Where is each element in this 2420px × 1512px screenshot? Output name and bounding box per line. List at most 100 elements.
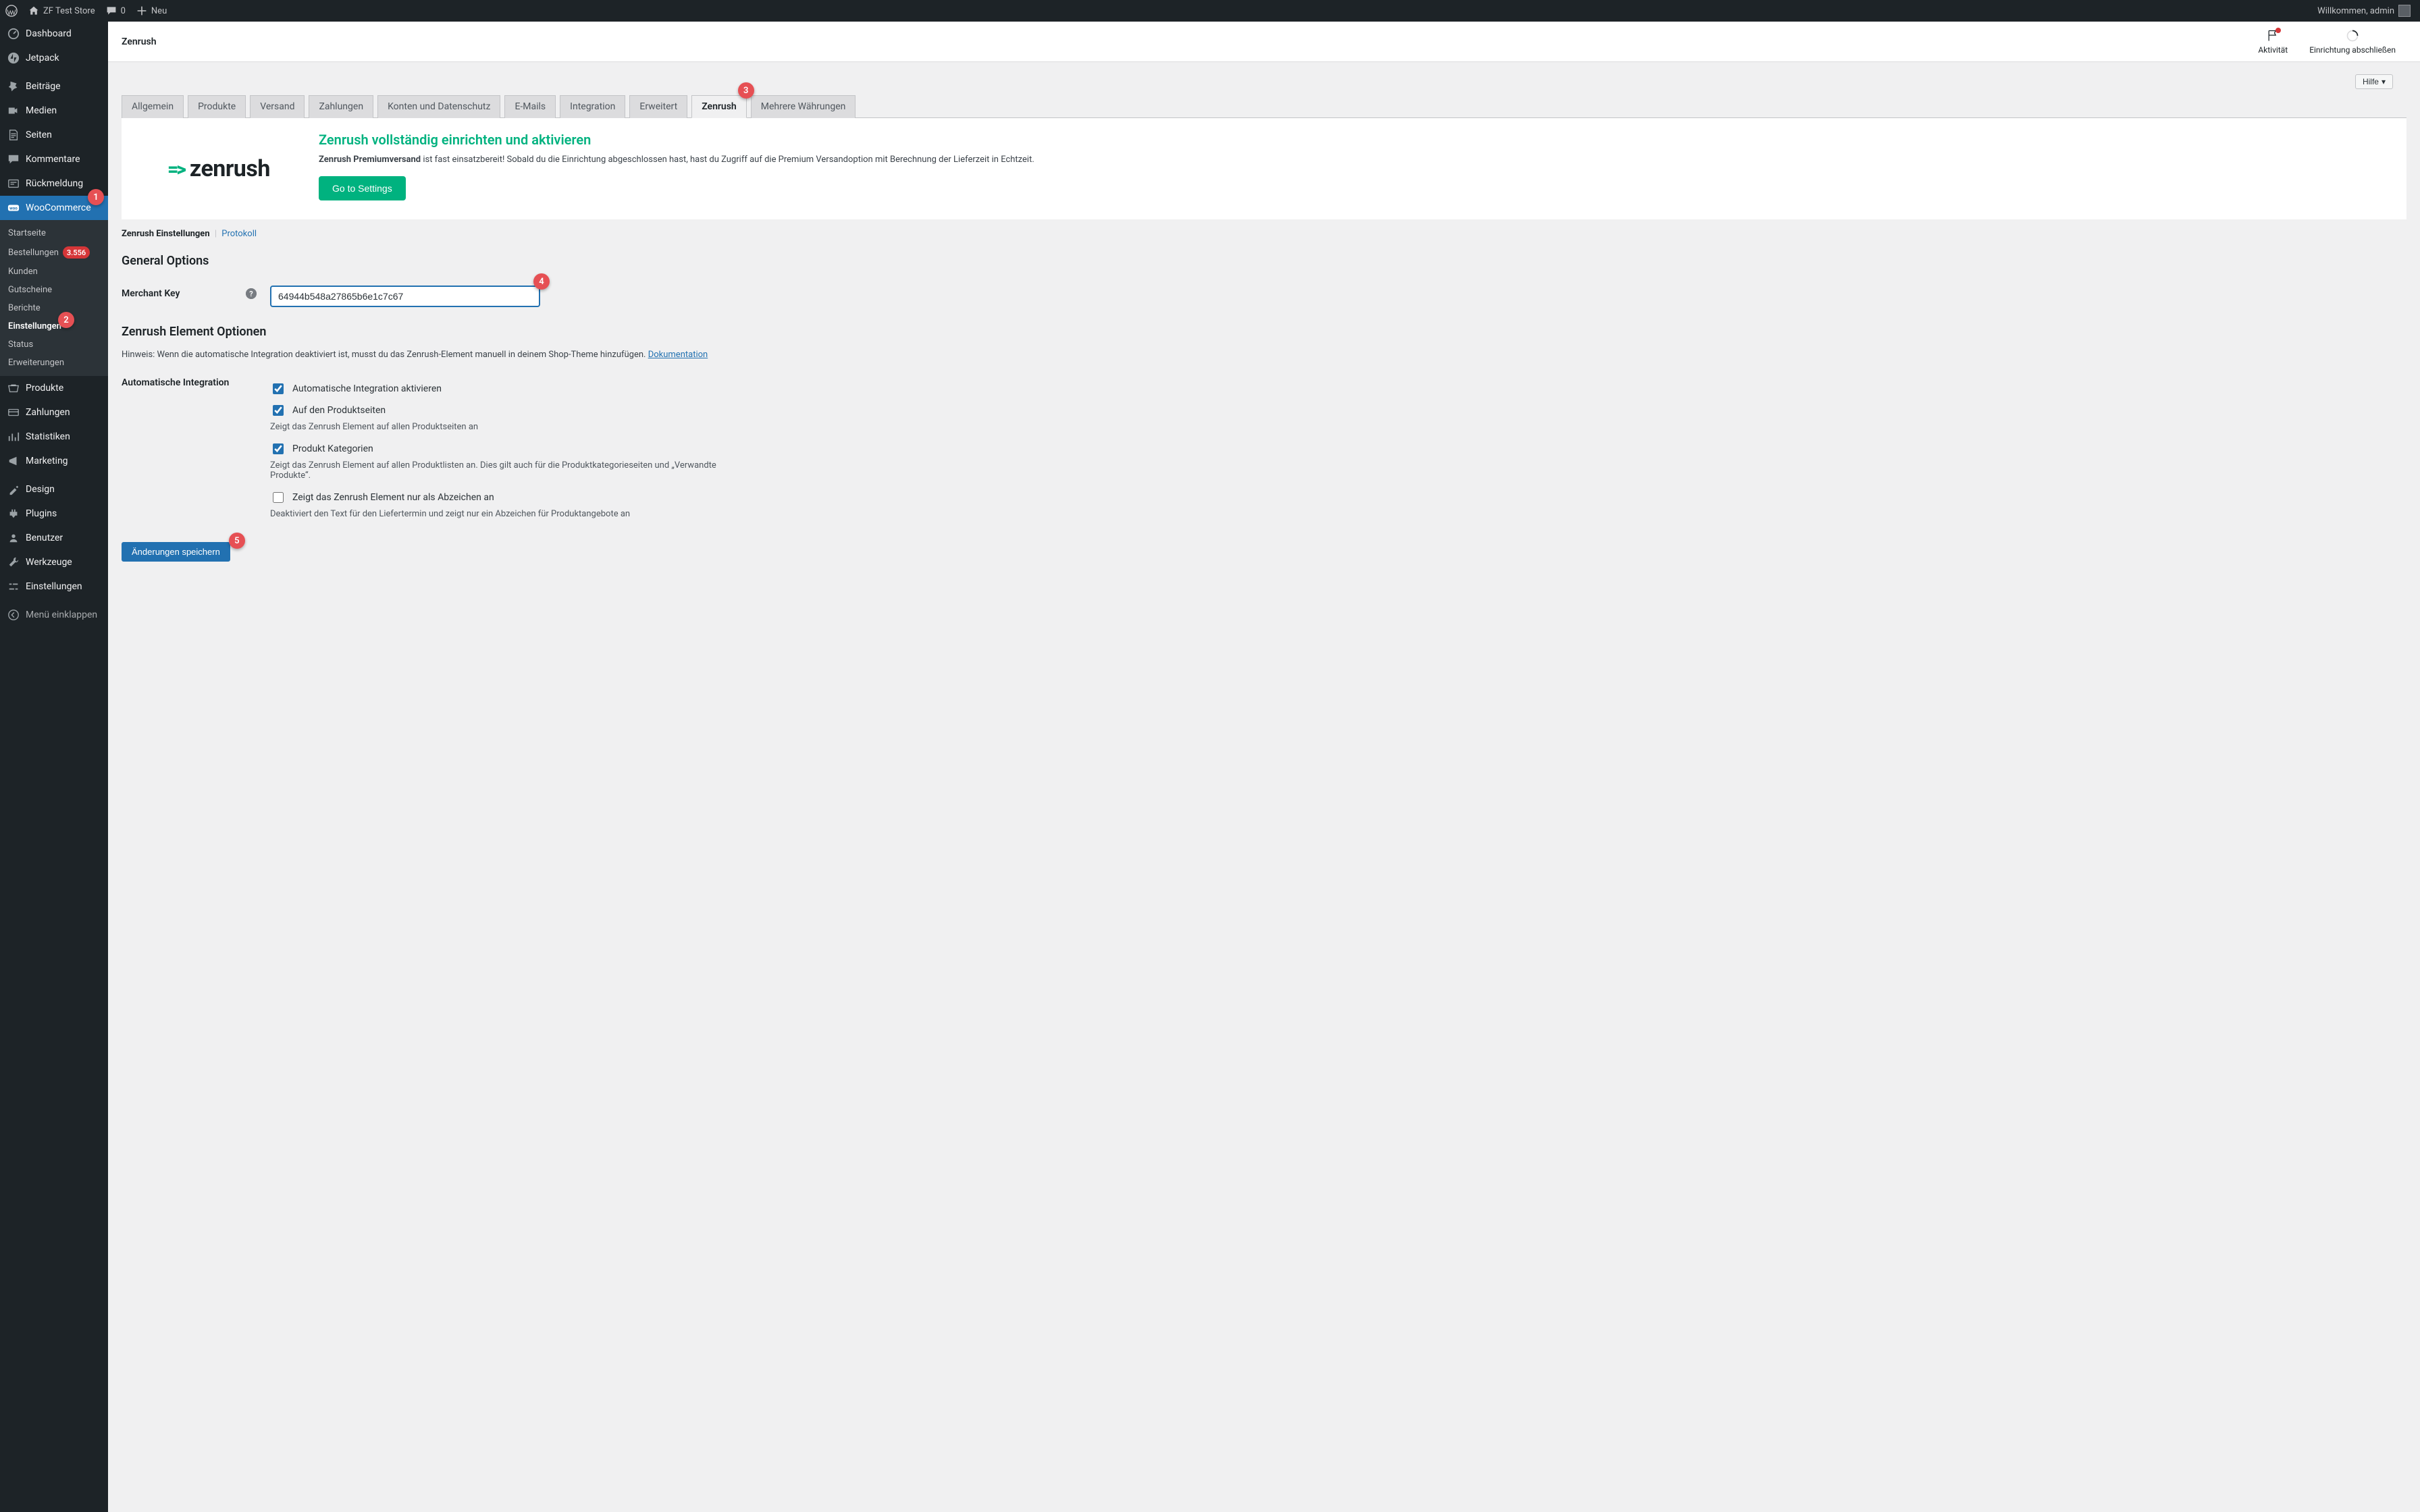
avatar xyxy=(2398,5,2411,17)
submenu-label: Erweiterungen xyxy=(8,358,64,368)
finish-setup-label: Einrichtung abschließen xyxy=(2309,45,2396,55)
save-changes-button[interactable]: Änderungen speichern xyxy=(122,542,230,562)
jetpack-icon xyxy=(7,51,20,65)
menu-comments[interactable]: Kommentare xyxy=(0,147,108,171)
submenu-settings: Einstellungen 2 xyxy=(0,317,108,335)
badge-only-checkbox[interactable] xyxy=(273,492,284,503)
menu-marketing[interactable]: Marketing xyxy=(0,449,108,473)
submenu-status[interactable]: Status xyxy=(0,335,108,354)
submenu-coupons[interactable]: Gutscheine xyxy=(0,281,108,299)
help-label: Hilfe xyxy=(2363,77,2379,86)
new-content-link[interactable]: Neu xyxy=(131,0,172,22)
tab-payments[interactable]: Zahlungen xyxy=(309,95,373,118)
svg-text:?: ? xyxy=(249,290,253,298)
menu-pages[interactable]: Seiten xyxy=(0,123,108,147)
tab-label: Mehrere Währungen xyxy=(761,101,846,112)
pages-icon xyxy=(7,128,20,142)
menu-jetpack[interactable]: Jetpack xyxy=(0,46,108,70)
menu-plugins[interactable]: Plugins xyxy=(0,502,108,526)
menu-products[interactable]: Produkte xyxy=(0,376,108,400)
activity-button[interactable]: Aktivität xyxy=(2247,29,2298,55)
product-pages-checkbox[interactable] xyxy=(273,405,284,416)
wp-logo[interactable] xyxy=(0,0,23,22)
tab-advanced[interactable]: Erweitert xyxy=(629,95,687,118)
site-home-link[interactable]: ZF Test Store xyxy=(23,0,101,22)
collapse-icon xyxy=(7,608,20,622)
enable-auto-checkbox[interactable] xyxy=(273,383,284,394)
submenu-customers[interactable]: Kunden xyxy=(0,263,108,281)
subnav-protocol-link[interactable]: Protokoll xyxy=(221,229,257,239)
go-to-settings-button[interactable]: Go to Settings xyxy=(319,176,406,200)
comments-link[interactable]: 0 xyxy=(101,0,131,22)
menu-label: Statistiken xyxy=(26,431,70,442)
submenu-orders[interactable]: Bestellungen 3.556 xyxy=(0,242,108,263)
flag-icon xyxy=(2266,29,2280,43)
menu-label: Plugins xyxy=(26,508,57,519)
tab-label: E-Mails xyxy=(515,101,546,112)
submenu-extensions[interactable]: Erweiterungen xyxy=(0,354,108,372)
menu-appearance[interactable]: Design xyxy=(0,477,108,502)
menu-label: Menü einklappen xyxy=(26,610,97,620)
new-label: Neu xyxy=(151,6,167,16)
menu-label: Benutzer xyxy=(26,533,63,543)
annotation-4: 4 xyxy=(533,273,550,290)
menu-woocommerce[interactable]: woo WooCommerce 1 xyxy=(0,196,108,220)
orders-count-badge: 3.556 xyxy=(63,246,90,259)
tab-label: Zahlungen xyxy=(319,101,363,112)
merchant-key-row: Merchant Key ? 4 xyxy=(122,279,2406,314)
tab-accounts[interactable]: Konten und Datenschutz xyxy=(377,95,500,118)
admin-toolbar: ZF Test Store 0 Neu Willkommen, admin xyxy=(0,0,2420,22)
pin-icon xyxy=(7,80,20,93)
menu-tools[interactable]: Werkzeuge xyxy=(0,550,108,574)
tab-shipping[interactable]: Versand xyxy=(250,95,305,118)
menu-media[interactable]: Medien xyxy=(0,99,108,123)
menu-analytics[interactable]: Statistiken xyxy=(0,425,108,449)
menu-dashboard[interactable]: Dashboard xyxy=(0,22,108,46)
menu-settings[interactable]: Einstellungen xyxy=(0,574,108,599)
annotation-3: 3 xyxy=(738,82,754,99)
tab-label: Produkte xyxy=(198,101,236,112)
annotation-2: 2 xyxy=(58,312,74,328)
product-categories-checkbox[interactable] xyxy=(273,443,284,454)
documentation-link[interactable]: Dokumentation xyxy=(648,350,708,360)
section-subnav: Zenrush Einstellungen | Protokoll xyxy=(122,219,2406,243)
product-categories-label: Produkt Kategorien xyxy=(292,443,373,454)
tab-zenrush[interactable]: Zenrush 3 xyxy=(691,95,747,118)
submenu-home[interactable]: Startseite xyxy=(0,224,108,242)
logo-wordmark: zenrush xyxy=(190,155,270,182)
submenu-label: Kunden xyxy=(8,267,38,277)
menu-label: Rückmeldung xyxy=(26,178,83,189)
activity-label: Aktivität xyxy=(2258,45,2288,55)
main-content: Zenrush Aktivität Einrichtung abschließe… xyxy=(108,0,2420,1512)
tab-emails[interactable]: E-Mails xyxy=(504,95,556,118)
menu-payments[interactable]: Zahlungen xyxy=(0,400,108,425)
menu-collapse[interactable]: Menü einklappen xyxy=(0,603,108,627)
tab-label: Erweitert xyxy=(639,101,677,112)
submenu-reports[interactable]: Berichte xyxy=(0,299,108,317)
menu-posts[interactable]: Beiträge xyxy=(0,74,108,99)
menu-label: Beiträge xyxy=(26,81,61,92)
merchant-key-input[interactable] xyxy=(270,286,540,307)
help-tooltip-icon[interactable]: ? xyxy=(246,288,257,299)
tab-integration[interactable]: Integration xyxy=(560,95,625,118)
subnav-current: Zenrush Einstellungen xyxy=(122,229,210,239)
notification-dot-icon xyxy=(2276,28,2281,33)
tab-general[interactable]: Allgemein xyxy=(122,95,184,118)
tab-products[interactable]: Produkte xyxy=(188,95,246,118)
submenu-label: Berichte xyxy=(8,303,41,313)
finish-setup-button[interactable]: Einrichtung abschließen xyxy=(2298,29,2406,55)
auto-integration-row: Automatische Integration Automatische In… xyxy=(122,368,2406,535)
menu-label: Seiten xyxy=(26,130,52,140)
auto-integration-label: Automatische Integration xyxy=(122,375,257,388)
user-account-link[interactable]: Willkommen, admin xyxy=(2312,0,2416,22)
submenu-label: Einstellungen xyxy=(8,321,61,331)
tab-multicurrency[interactable]: Mehrere Währungen xyxy=(751,95,856,118)
settings-tabs: Allgemein Produkte Versand Zahlungen Kon… xyxy=(122,94,2406,117)
help-toggle[interactable]: Hilfe ▾ xyxy=(2355,74,2393,89)
submenu-label: Startseite xyxy=(8,228,46,238)
chevron-down-icon: ▾ xyxy=(2382,77,2386,86)
menu-label: Werkzeuge xyxy=(26,557,72,568)
menu-users[interactable]: Benutzer xyxy=(0,526,108,550)
comment-icon xyxy=(7,153,20,166)
tools-icon xyxy=(7,556,20,569)
